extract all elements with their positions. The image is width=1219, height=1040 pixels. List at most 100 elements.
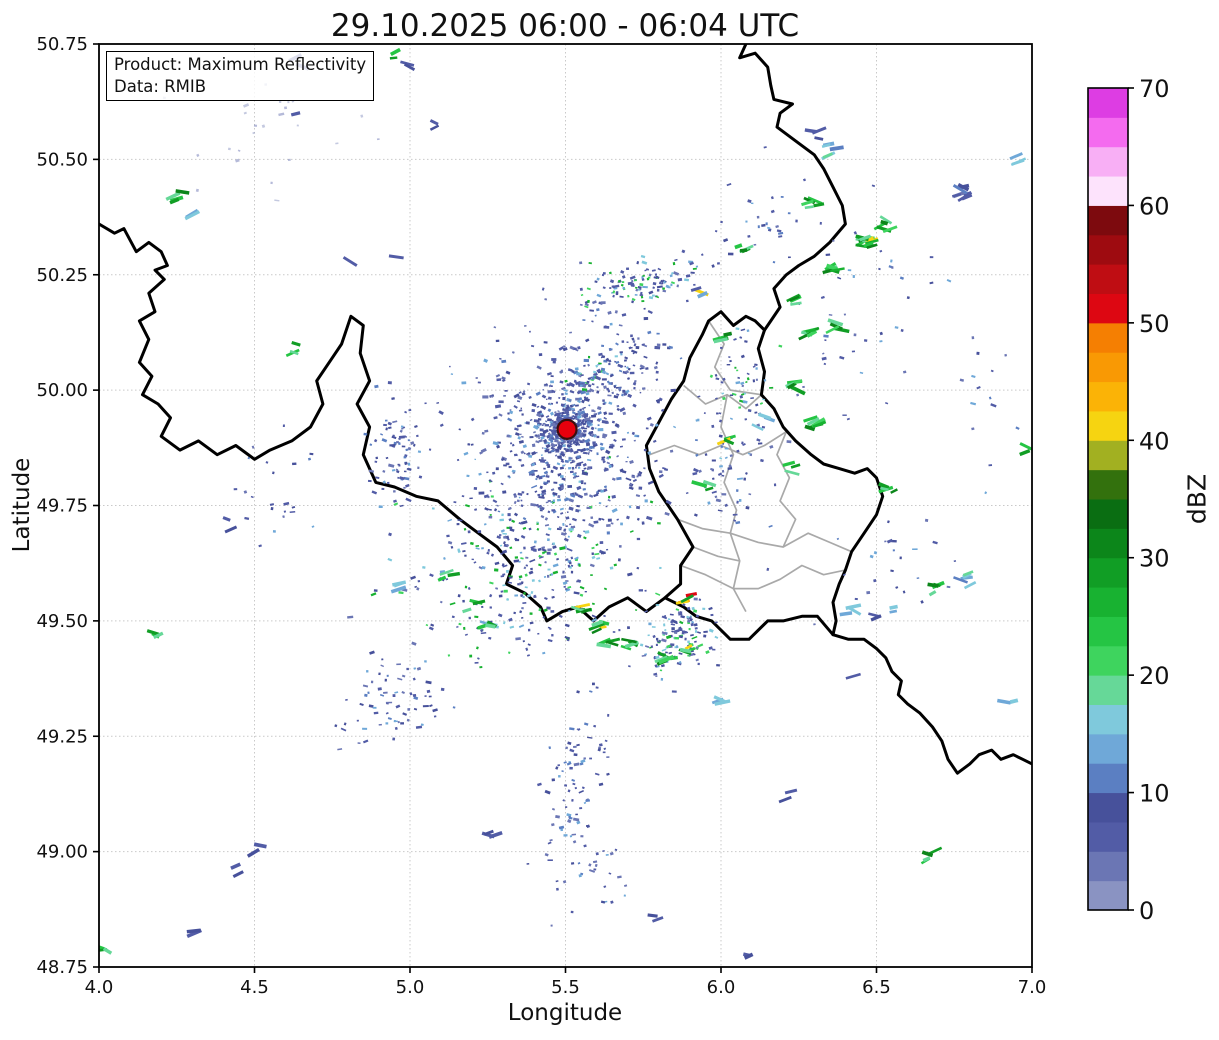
- country-border-france-germany: [831, 633, 1032, 775]
- echo-speckle: [564, 459, 569, 463]
- echo-speckle: [385, 711, 389, 715]
- echo-speckle: [536, 405, 540, 408]
- echo-speckle: [665, 651, 668, 654]
- echo-speckle: [478, 491, 485, 495]
- echo-speckle: [640, 254, 646, 259]
- echo-speckle: [552, 427, 555, 429]
- echo-speckle: [522, 595, 525, 599]
- echo-cell-streak: [647, 913, 658, 918]
- echo-speckle: [455, 625, 459, 629]
- echo-speckle: [756, 438, 761, 442]
- echo-speckle: [598, 782, 604, 787]
- echo-speckle: [520, 463, 525, 467]
- echo-speckle: [902, 370, 907, 374]
- echo-speckle: [391, 397, 395, 401]
- country-border-belgium-germany: [738, 44, 847, 332]
- echo-speckle: [1004, 353, 1008, 357]
- echo-speckle: [382, 469, 386, 473]
- echo-speckle: [853, 333, 857, 337]
- echo-speckle: [594, 772, 600, 776]
- echo-speckle: [899, 556, 902, 560]
- echo-speckle: [391, 469, 396, 472]
- echo-speckle: [474, 508, 478, 511]
- echo-speckle: [544, 560, 547, 564]
- echo-speckle: [694, 630, 698, 633]
- echo-speckle: [422, 704, 429, 708]
- echo-speckle: [554, 454, 558, 457]
- echo-speckle: [543, 483, 547, 486]
- echo-speckle: [490, 553, 495, 557]
- echo-speckle: [580, 374, 584, 377]
- echo-speckle: [412, 677, 416, 681]
- echo-speckle: [984, 491, 988, 495]
- y-axis-label: Latitude: [9, 457, 35, 553]
- echo-speckle: [608, 271, 612, 275]
- echo-speckle: [509, 546, 513, 550]
- echo-speckle: [456, 523, 460, 526]
- colorbar-unit-label: dBZ: [1182, 473, 1212, 525]
- echo-speckle: [397, 463, 400, 466]
- echo-speckle: [415, 725, 423, 729]
- echo-speckle: [600, 900, 606, 904]
- echo-speckle: [529, 612, 533, 615]
- echo-cell-streak: [814, 136, 824, 141]
- echo-speckle: [552, 570, 559, 575]
- echo-speckle: [744, 418, 748, 421]
- echo-speckle: [538, 439, 543, 443]
- echo-speckle: [379, 693, 385, 697]
- echo-speckle: [603, 485, 608, 489]
- echo-speckle: [503, 395, 506, 397]
- echo-speckle: [518, 583, 522, 586]
- echo-speckle: [583, 430, 587, 433]
- echo-speckle: [566, 383, 571, 387]
- echo-speckle: [752, 379, 756, 383]
- echo-speckle: [626, 267, 630, 270]
- echo-speckle: [637, 337, 640, 340]
- echo-speckle: [598, 502, 602, 505]
- echo-speckle: [439, 423, 444, 427]
- colorbar-tick-label: 40: [1139, 427, 1170, 455]
- echo-speckle: [689, 619, 693, 621]
- echo-speckle: [582, 519, 586, 522]
- echo-speckle: [447, 654, 451, 657]
- echo-speckle: [258, 544, 262, 548]
- canton-border-line: [677, 518, 852, 553]
- echo-speckle: [447, 518, 453, 522]
- echo-speckle: [655, 370, 659, 374]
- echo-speckle: [464, 585, 468, 589]
- echo-speckle: [552, 360, 556, 364]
- echo-speckle: [403, 456, 407, 459]
- echo-speckle: [498, 413, 503, 417]
- echo-speckle: [588, 261, 593, 265]
- echo-speckle: [754, 403, 759, 407]
- echo-speckle: [720, 445, 724, 449]
- echo-speckle: [562, 522, 565, 526]
- echo-speckle: [769, 444, 774, 449]
- echo-speckle: [270, 507, 274, 511]
- echo-speckle: [606, 531, 610, 535]
- echo-speckle: [641, 522, 645, 525]
- echo-speckle: [603, 614, 606, 618]
- echo-speckle: [401, 690, 405, 695]
- echo-speckle: [605, 853, 609, 856]
- echo-speckle: [498, 400, 504, 404]
- echo-speckle: [506, 526, 510, 529]
- echo-speckle: [378, 672, 381, 676]
- colorbar-segment: [1088, 645, 1128, 676]
- echo-speckle: [443, 557, 446, 560]
- echo-speckle: [628, 346, 632, 350]
- echo-speckle: [376, 138, 380, 141]
- echo-speckle: [661, 282, 664, 285]
- echo-speckle: [440, 687, 445, 692]
- echo-speckle: [543, 341, 548, 344]
- echo-speckle: [594, 314, 597, 317]
- echo-speckle: [695, 265, 699, 268]
- echo-speckle: [564, 408, 569, 412]
- echo-speckle: [641, 300, 645, 303]
- echo-speckle: [573, 753, 578, 757]
- echo-speckle: [618, 280, 621, 283]
- echo-speckle: [672, 262, 676, 266]
- echo-speckle: [529, 621, 534, 625]
- echo-speckle: [599, 541, 604, 545]
- echo-speckle: [605, 505, 608, 508]
